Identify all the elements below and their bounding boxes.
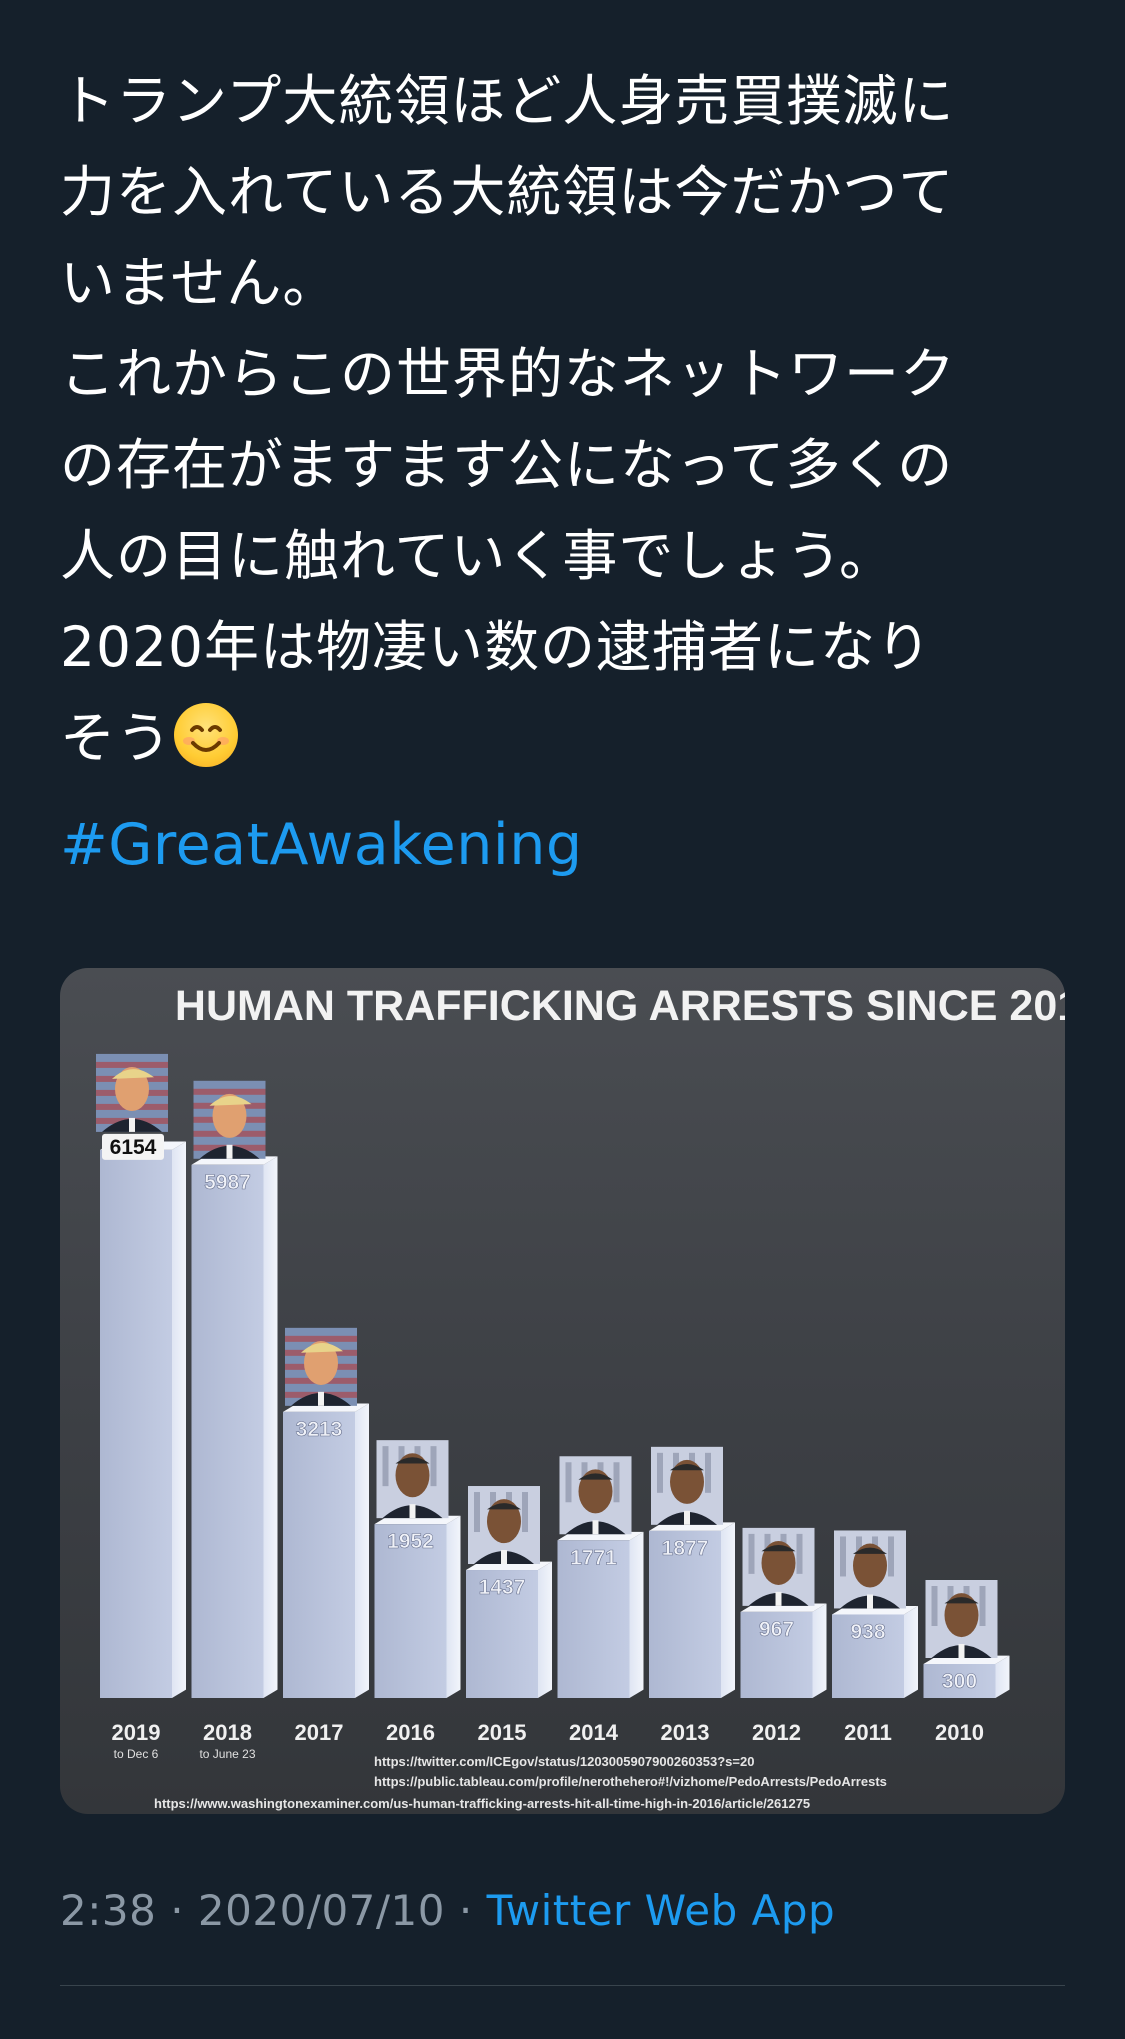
value-label: 967 <box>759 1618 794 1641</box>
divider <box>60 1985 1065 1986</box>
x-tick-label: 2011 <box>844 1720 892 1745</box>
value-label: 1771 <box>570 1546 617 1569</box>
x-tick-label: 2015 <box>478 1720 527 1745</box>
source-url: https://twitter.com/ICEgov/status/120300… <box>374 1754 754 1769</box>
tweet-time: 2:38 <box>60 1886 157 1935</box>
bar-side <box>263 1156 278 1698</box>
smiling-face-icon <box>174 703 239 767</box>
bar-side <box>629 1531 644 1698</box>
trump-portrait-icon <box>193 1080 266 1159</box>
tweet-meta: 2:38 · 2020/07/10 · Twitter Web App <box>60 1886 835 1935</box>
x-tick-label: 2019 <box>112 1720 161 1745</box>
value-label: 3213 <box>296 1418 343 1441</box>
bar-side <box>721 1522 735 1698</box>
tweet-source-link[interactable]: Twitter Web App <box>487 1886 836 1935</box>
bar-side <box>172 1141 186 1698</box>
value-label: 1437 <box>479 1576 526 1599</box>
value-label: 6154 <box>110 1136 157 1159</box>
obama-portrait-icon <box>742 1527 815 1606</box>
x-tick-label: 2012 <box>752 1720 801 1745</box>
bar-side <box>904 1606 918 1698</box>
bar-side <box>355 1403 369 1698</box>
bar <box>191 1164 264 1698</box>
tweet-body: トランプ大統領ほど人身売買撲滅に 力を入れている大統領は今だかつて いません。 … <box>60 56 1070 784</box>
tweet-detail: トランプ大統領ほど人身売買撲滅に 力を入れている大統領は今だかつて いません。 … <box>0 0 1125 2039</box>
x-tick-note: to June 23 <box>199 1747 255 1761</box>
x-tick-label: 2018 <box>203 1720 252 1745</box>
x-tick-label: 2016 <box>386 1720 435 1745</box>
trump-portrait-icon <box>96 1053 168 1132</box>
x-tick-label: 2014 <box>569 1720 619 1745</box>
meta-separator: · <box>170 1886 185 1935</box>
value-label: 300 <box>942 1670 977 1693</box>
bar-side <box>812 1603 827 1698</box>
tweet-text: トランプ大統領ほど人身売買撲滅に 力を入れている大統領は今だかつて いません。 … <box>60 69 957 770</box>
chart-title: HUMAN TRAFFICKING ARRESTS SINCE 2010 <box>175 982 1065 1030</box>
x-tick-label: 2013 <box>661 1720 710 1745</box>
hashtag-link[interactable]: #GreatAwakening <box>60 812 583 878</box>
obama-portrait-icon <box>559 1456 632 1535</box>
meta-separator: · <box>458 1886 473 1935</box>
value-label: 5987 <box>204 1171 251 1194</box>
x-tick-label: 2010 <box>935 1720 984 1745</box>
x-tick-note: to Dec 6 <box>114 1747 159 1761</box>
obama-portrait-icon <box>651 1446 723 1525</box>
x-tick-label: 2017 <box>295 1720 344 1745</box>
obama-portrait-icon <box>925 1580 998 1658</box>
bar <box>283 1411 355 1698</box>
bar-side <box>538 1561 552 1698</box>
source-url: https://public.tableau.com/profile/nerot… <box>374 1774 887 1789</box>
source-url: https://www.washingtonexaminer.com/us-hu… <box>154 1796 810 1811</box>
obama-portrait-icon <box>468 1486 540 1565</box>
value-label: 1877 <box>662 1537 709 1560</box>
value-label: 1952 <box>387 1530 434 1553</box>
tweet-date: 2020/07/10 <box>197 1886 445 1935</box>
trump-portrait-icon <box>285 1327 357 1406</box>
bar-side <box>446 1515 461 1698</box>
bar <box>100 1149 172 1698</box>
obama-portrait-icon <box>834 1530 906 1609</box>
bar-chart: HUMAN TRAFFICKING ARRESTS SINCE 2010 615… <box>96 982 1065 1811</box>
value-label: 938 <box>850 1620 885 1643</box>
obama-portrait-icon <box>376 1440 449 1519</box>
tweet-image[interactable]: HUMAN TRAFFICKING ARRESTS SINCE 2010 615… <box>60 968 1065 1814</box>
